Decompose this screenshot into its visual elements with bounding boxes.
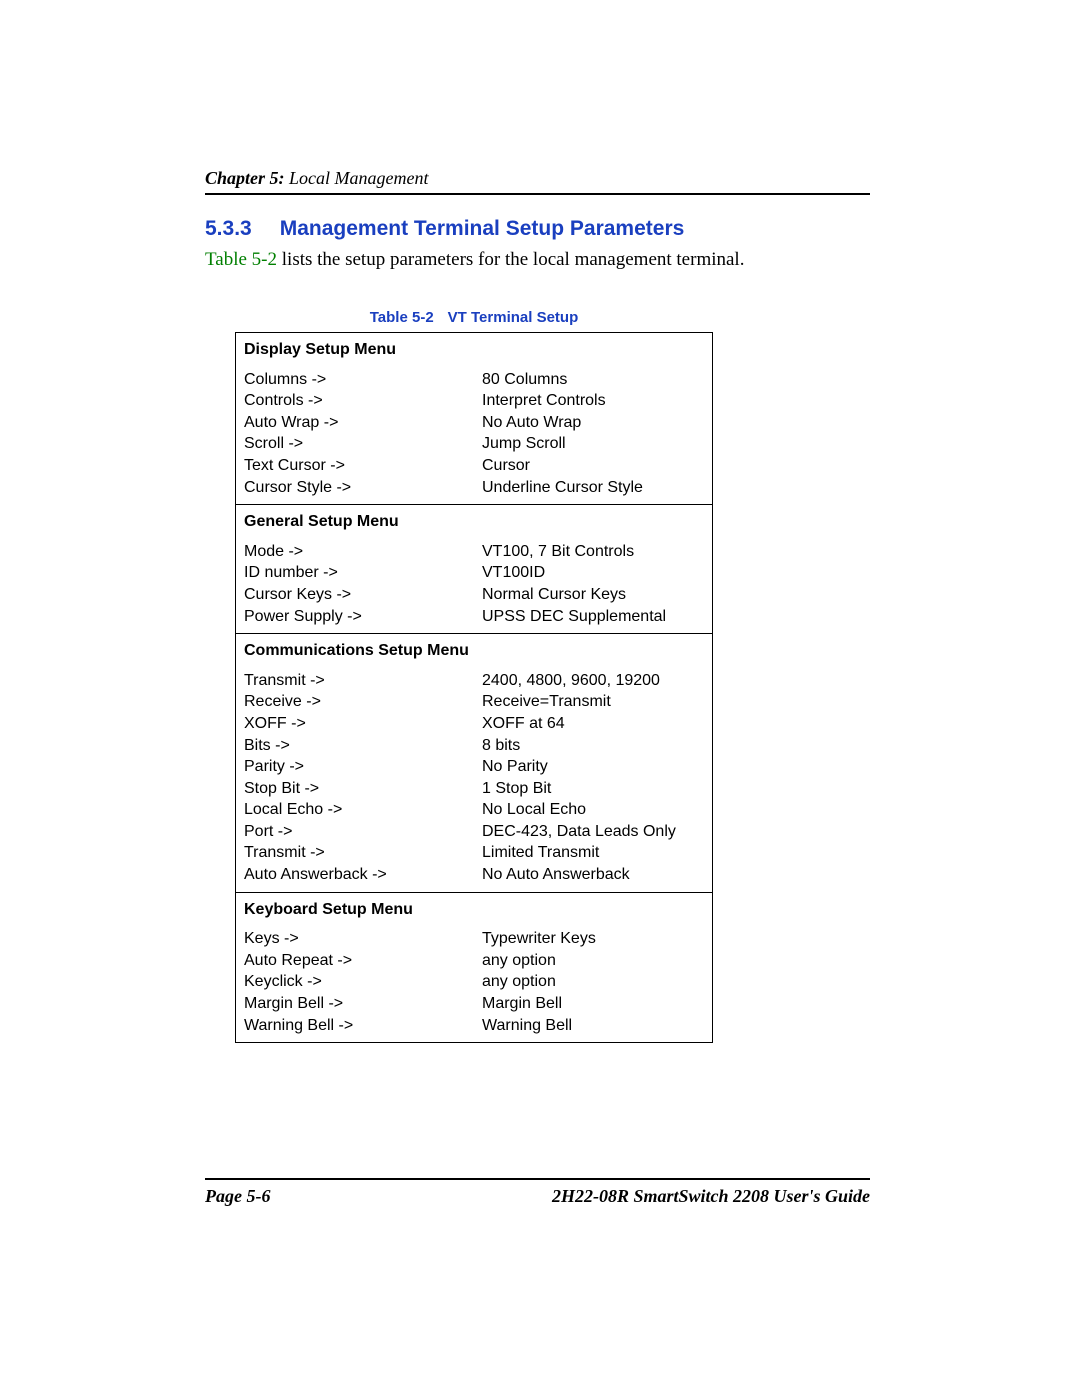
page-number: Page 5-6 [205, 1186, 270, 1207]
param-value: Jump Scroll [474, 433, 713, 455]
param-name: Keys -> [236, 926, 475, 950]
param-name: Auto Repeat -> [236, 950, 475, 972]
header-divider [205, 193, 870, 195]
param-value: No Auto Answerback [474, 864, 713, 892]
param-value: 1 Stop Bit [474, 778, 713, 800]
param-value: 8 bits [474, 735, 713, 757]
footer-divider [205, 1178, 870, 1180]
param-value: VT100, 7 Bit Controls [474, 539, 713, 563]
running-header: Chapter 5: Local Management [205, 168, 870, 189]
table-caption-title: VT Terminal Setup [448, 309, 579, 326]
param-value: XOFF at 64 [474, 713, 713, 735]
param-name: Controls -> [236, 390, 475, 412]
param-value: Limited Transmit [474, 842, 713, 864]
param-value: UPSS DEC Supplemental [474, 606, 713, 634]
param-name: Stop Bit -> [236, 778, 475, 800]
param-value: No Parity [474, 756, 713, 778]
param-value: Margin Bell [474, 993, 713, 1015]
param-value: Underline Cursor Style [474, 477, 713, 505]
param-name: Receive -> [236, 691, 475, 713]
param-name: Cursor Style -> [236, 477, 475, 505]
intro-rest: lists the setup parameters for the local… [277, 249, 744, 270]
param-name: Transmit -> [236, 842, 475, 864]
param-value: Typewriter Keys [474, 926, 713, 950]
param-value: Interpret Controls [474, 390, 713, 412]
param-value: Receive=Transmit [474, 691, 713, 713]
param-name: ID number -> [236, 562, 475, 584]
param-value: Warning Bell [474, 1015, 713, 1043]
group-header: Display Setup Menu [236, 333, 713, 367]
vt-terminal-setup-table: Display Setup MenuColumns ->80 ColumnsCo… [235, 332, 713, 1043]
table-caption: Table 5-2 VT Terminal Setup [235, 309, 713, 326]
table-xref-link[interactable]: Table 5-2 [205, 249, 277, 270]
param-name: XOFF -> [236, 713, 475, 735]
chapter-label: Chapter 5: [205, 168, 285, 188]
group-header: Communications Setup Menu [236, 634, 713, 668]
param-value: DEC-423, Data Leads Only [474, 821, 713, 843]
param-name: Text Cursor -> [236, 455, 475, 477]
param-value: any option [474, 950, 713, 972]
param-name: Margin Bell -> [236, 993, 475, 1015]
page-footer: Page 5-6 2H22-08R SmartSwitch 2208 User'… [205, 1178, 870, 1207]
section-heading: 5.3.3 Management Terminal Setup Parameter… [205, 217, 870, 241]
param-name: Cursor Keys -> [236, 584, 475, 606]
param-name: Scroll -> [236, 433, 475, 455]
param-value: any option [474, 971, 713, 993]
param-value: 80 Columns [474, 367, 713, 391]
group-header: General Setup Menu [236, 505, 713, 539]
param-name: Bits -> [236, 735, 475, 757]
param-name: Warning Bell -> [236, 1015, 475, 1043]
param-name: Local Echo -> [236, 799, 475, 821]
param-name: Auto Wrap -> [236, 412, 475, 434]
param-name: Auto Answerback -> [236, 864, 475, 892]
doc-title: 2H22-08R SmartSwitch 2208 User's Guide [552, 1186, 870, 1207]
param-name: Port -> [236, 821, 475, 843]
param-value: Normal Cursor Keys [474, 584, 713, 606]
param-value: No Local Echo [474, 799, 713, 821]
table-caption-label: Table 5-2 [370, 309, 434, 326]
param-value: No Auto Wrap [474, 412, 713, 434]
param-value: VT100ID [474, 562, 713, 584]
param-name: Mode -> [236, 539, 475, 563]
intro-paragraph: Table 5-2 lists the setup parameters for… [205, 249, 870, 271]
group-header: Keyboard Setup Menu [236, 892, 713, 926]
param-name: Parity -> [236, 756, 475, 778]
section-title: Management Terminal Setup Parameters [280, 217, 685, 240]
chapter-title: Local Management [285, 168, 429, 188]
param-value: Cursor [474, 455, 713, 477]
param-name: Keyclick -> [236, 971, 475, 993]
param-name: Transmit -> [236, 668, 475, 692]
section-number: 5.3.3 [205, 217, 252, 241]
param-value: 2400, 4800, 9600, 19200 [474, 668, 713, 692]
param-name: Columns -> [236, 367, 475, 391]
param-name: Power Supply -> [236, 606, 475, 634]
